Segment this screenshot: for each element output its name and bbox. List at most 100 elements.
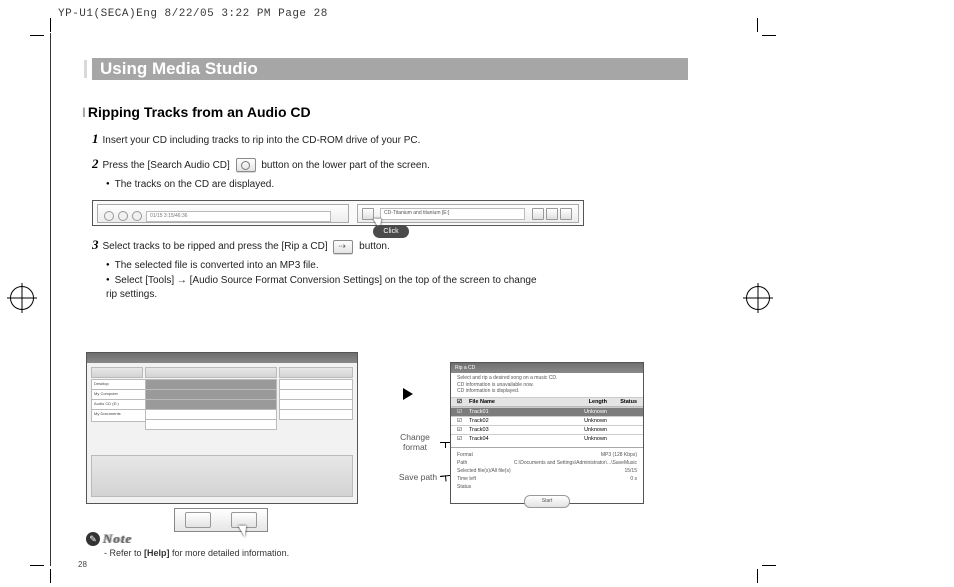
player-display: 01/15 3:15/46:36 — [146, 211, 331, 222]
col-status: Status — [607, 399, 637, 405]
panel-button — [546, 208, 558, 220]
player-panel: 01/15 3:15/46:36 — [97, 204, 349, 223]
device-row — [279, 409, 353, 420]
dialog-table-row: ☑ Track03 Unknown — [451, 425, 643, 434]
setting-label: Format — [457, 452, 473, 458]
label-change-format: Change format — [390, 432, 440, 452]
arrow-right-icon — [403, 388, 413, 400]
imposition-header: YP-U1(SECA)Eng 8/22/05 3:22 PM Page 28 — [58, 8, 328, 20]
player-button — [132, 211, 142, 221]
pane-header — [279, 367, 353, 378]
registration-mark — [10, 286, 34, 310]
start-button: Start — [524, 495, 570, 508]
cell-filename: Track01 — [469, 409, 567, 415]
screenshot-button-bar — [174, 508, 268, 532]
rip-cd-icon — [333, 240, 353, 254]
step-number: 3 — [92, 237, 99, 252]
cell-filename: Track02 — [469, 418, 567, 424]
click-callout: Click — [373, 225, 409, 238]
note-label: Note — [103, 531, 132, 546]
step-3: 3 Select tracks to be ripped and press th… — [92, 236, 688, 255]
screenshot-rip-dialog: Rip a CD Select and rip a desired song o… — [450, 362, 644, 504]
note-icon: ✎ — [86, 532, 100, 546]
step-3-bullet-2: Select [Tools] → [Audio Source Format Co… — [106, 274, 546, 303]
setting-value: 15/15 — [624, 468, 637, 474]
bottom-pane — [91, 455, 353, 497]
cell-status — [607, 436, 637, 442]
panel-button — [532, 208, 544, 220]
note-text: - Refer to [Help] for more detailed info… — [104, 548, 289, 558]
crop-tick — [762, 565, 776, 566]
cell-status — [607, 409, 637, 415]
cell-status — [607, 427, 637, 433]
chapter-title-bar: Using Media Studio — [78, 56, 688, 84]
registration-mark — [746, 286, 770, 310]
panel-button — [560, 208, 572, 220]
step-2-bullet-1: The tracks on the CD are displayed. — [106, 178, 688, 193]
player-button — [104, 211, 114, 221]
step-text: Insert your CD including tracks to rip i… — [103, 135, 421, 146]
col-check: ☑ — [457, 399, 469, 405]
cell-length: Unknown — [567, 436, 607, 442]
frame-line — [50, 33, 51, 566]
setting-label: Path — [457, 460, 467, 466]
list-row — [145, 419, 277, 430]
screenshot-toolbar: 01/15 3:15/46:36 CD-Titanium and titaniu… — [92, 200, 584, 226]
cell-length: Unknown — [567, 409, 607, 415]
label-save-path: Save path — [388, 472, 448, 482]
setting-value: 0 s — [630, 476, 637, 482]
search-cd-button — [185, 512, 211, 528]
title-lead-bar — [84, 60, 87, 78]
step-text: button. — [356, 241, 389, 252]
setting-value: C:\Documents and Settings\Administrator\… — [514, 460, 637, 466]
pane-header — [91, 367, 143, 378]
col-filename: File Name — [469, 399, 567, 405]
dialog-hint-line: CD information is displayed. — [457, 388, 637, 395]
step-2: 2 Press the [Search Audio CD] button on t… — [92, 155, 688, 174]
screenshot-app-window: Desktop My Computer Audio CD (E:) My Doc… — [86, 352, 358, 504]
device-panel: CD-Titanium and titanium [E:] — [357, 204, 579, 223]
section-lead-bar: I — [82, 104, 86, 120]
step-number: 2 — [92, 156, 99, 171]
step-number: 1 — [92, 131, 99, 146]
section-heading-text: Ripping Tracks from an Audio CD — [88, 104, 311, 120]
crop-tick — [757, 18, 758, 32]
chapter-title: Using Media Studio — [100, 58, 258, 80]
step-1: 1 Insert your CD including tracks to rip … — [92, 130, 688, 149]
step-text: button on the lower part of the screen. — [259, 160, 430, 171]
page-number: 28 — [78, 560, 87, 569]
list-header — [145, 367, 277, 378]
step-text: Press the [Search Audio CD] — [103, 160, 233, 171]
setting-label: Selected file(s)/All file(s) — [457, 468, 511, 474]
crop-tick — [50, 569, 51, 583]
label-change-format-text: Change format — [400, 432, 430, 452]
col-length: Length — [567, 399, 607, 405]
cell-status — [607, 418, 637, 424]
setting-label: Status — [457, 484, 471, 490]
dialog-table-row: ☑ Track01 Unknown — [451, 407, 643, 416]
cell-filename: Track03 — [469, 427, 567, 433]
step-text: Select tracks to be ripped and press the… — [103, 241, 331, 252]
section-heading: IRipping Tracks from an Audio CD — [82, 104, 688, 120]
cell-filename: Track04 — [469, 436, 567, 442]
setting-label: Time left — [457, 476, 476, 482]
player-button — [118, 211, 128, 221]
search-cd-icon — [236, 158, 256, 172]
app-titlebar — [87, 353, 357, 363]
crop-tick — [757, 569, 758, 583]
step-3-bullet-1: The selected file is converted into an M… — [106, 259, 688, 274]
imposition-header-text: YP-U1(SECA)Eng 8/22/05 3:22 PM Page 28 — [58, 8, 328, 20]
label-save-path-text: Save path — [399, 472, 437, 482]
dialog-titlebar: Rip a CD — [451, 363, 643, 373]
cell-length: Unknown — [567, 418, 607, 424]
crop-tick — [30, 35, 44, 36]
cell-length: Unknown — [567, 427, 607, 433]
tree-item: My Documents — [91, 409, 147, 422]
crop-tick — [762, 35, 776, 36]
note-block: ✎Note - Refer to [Help] for more detaile… — [86, 531, 289, 558]
dialog-table-row: ☑ Track04 Unknown — [451, 434, 643, 443]
dialog-hint: Select and rip a desired song on a music… — [451, 373, 643, 397]
setting-value: MP3 (128 Kbps) — [601, 452, 637, 458]
dialog-table-row: ☑ Track02 Unknown — [451, 416, 643, 425]
device-dropdown: CD-Titanium and titanium [E:] — [380, 208, 525, 220]
